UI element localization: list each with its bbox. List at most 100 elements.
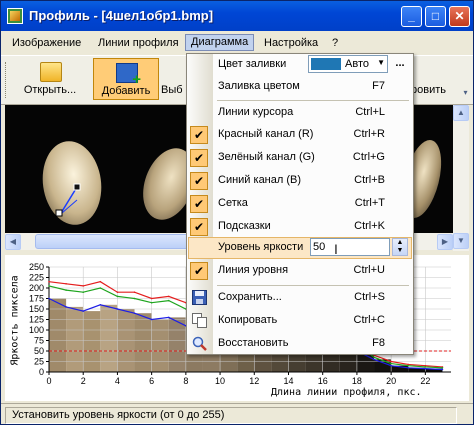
menu-separator	[217, 100, 409, 101]
spin-up-icon[interactable]: ▲	[393, 239, 407, 247]
fill-color-value: Авто	[345, 58, 369, 70]
close-button[interactable]: ✕	[449, 6, 470, 27]
check-icon: ✔	[190, 172, 208, 190]
series-point	[48, 280, 50, 283]
menu-item-shortcut: Ctrl+S	[354, 291, 385, 303]
toolbar-overflow-icon[interactable]: ▾	[459, 86, 472, 100]
menu-item-fill[interactable]: Заливка цветом F7	[187, 76, 413, 98]
toolbar-grip[interactable]	[5, 62, 9, 98]
series-point	[390, 362, 392, 365]
check-icon: ✔	[190, 218, 208, 236]
series-point	[167, 295, 170, 298]
y-tick-label: 225	[29, 273, 44, 283]
open-button[interactable]: Открыть...	[13, 58, 87, 100]
title-bar[interactable]: Профиль - [4шел1обр1.bmp] _ □ ✕	[1, 1, 473, 31]
x-tick-label: 12	[249, 376, 259, 386]
chevron-down-icon[interactable]: ▼	[377, 58, 385, 67]
series-point	[99, 280, 102, 283]
menu-item-level-line[interactable]: ✔ Линия уровня Ctrl+U	[187, 260, 413, 282]
menu-item-restore[interactable]: Восстановить F8	[187, 333, 413, 355]
y-tick-label: 50	[34, 346, 44, 356]
series-point	[407, 367, 410, 369]
series-point	[82, 291, 85, 293]
check-icon: ✔	[190, 262, 208, 280]
chart-menu-dropdown: Цвет заливки Авто ▼ ... Заливка цветом F…	[186, 53, 414, 355]
fill-color-select[interactable]: Авто ▼	[308, 55, 388, 73]
menu-chart[interactable]: Диаграмма	[185, 34, 255, 51]
brightness-level-label: Уровень яркости	[218, 241, 304, 253]
save-toolbar-button[interactable]: ровить	[411, 58, 453, 100]
menu-item-blue-channel[interactable]: ✔ Синий канал (B) Ctrl+B	[187, 170, 413, 192]
profile-fill-column	[134, 313, 152, 372]
series-point	[150, 318, 153, 321]
status-text: Установить уровень яркости (от 0 до 255)	[5, 407, 457, 424]
menu-item-label: Синий канал (B)	[218, 174, 302, 186]
menu-help[interactable]: ?	[327, 35, 343, 52]
menu-item-save[interactable]: Сохранить... Ctrl+S	[187, 287, 413, 309]
scroll-down-icon[interactable]: ▼	[453, 233, 469, 249]
fill-color-row: Цвет заливки Авто ▼ ...	[187, 54, 413, 76]
series-point	[133, 291, 136, 293]
add-profile-icon	[116, 63, 141, 88]
menu-item-label: Зелёный канал (G)	[218, 151, 315, 163]
series-point	[424, 366, 427, 368]
series-point	[116, 295, 119, 298]
profile-fill-column	[100, 304, 118, 372]
app-icon	[7, 8, 23, 24]
scroll-right-icon[interactable]: ▶	[437, 234, 453, 250]
minimize-button[interactable]: _	[401, 6, 422, 27]
x-tick-label: 8	[183, 376, 188, 386]
menu-item-red-channel[interactable]: ✔ Красный канал (R) Ctrl+R	[187, 124, 413, 146]
menu-item-shortcut: Ctrl+R	[353, 128, 385, 140]
menu-item-copy[interactable]: Копировать Ctrl+C	[187, 310, 413, 332]
select-button[interactable]: Выб	[161, 58, 187, 100]
menu-item-label: Заливка цветом	[218, 80, 300, 92]
menu-item-label: Копировать	[218, 314, 278, 326]
menu-image[interactable]: Изображение	[7, 35, 86, 52]
menu-item-shortcut: Ctrl+K	[354, 220, 385, 232]
menu-item-shortcut: Ctrl+L	[355, 106, 385, 118]
y-tick-label: 125	[29, 315, 44, 325]
menu-profile-lines[interactable]: Линии профиля	[93, 35, 184, 52]
series-point	[133, 312, 136, 314]
y-tick-label: 100	[29, 325, 44, 335]
menu-item-label: Линии курсора	[218, 106, 294, 118]
menu-item-shortcut: F8	[372, 337, 385, 349]
menu-bar: Изображение Линии профиля Диаграмма Наст…	[1, 33, 473, 53]
maximize-button[interactable]: □	[425, 6, 446, 27]
profile-fill-column	[151, 319, 169, 372]
menu-item-shortcut: Ctrl+U	[353, 264, 385, 276]
spin-down-icon[interactable]: ▼	[393, 247, 407, 255]
menu-item-grid[interactable]: ✔ Сетка Ctrl+T	[187, 193, 413, 215]
vertical-scrollbar[interactable]: ▲ ▼	[453, 105, 469, 251]
y-tick-label: 250	[29, 262, 44, 272]
y-tick-label: 25	[34, 357, 44, 367]
series-point	[373, 356, 375, 359]
x-tick-label: 6	[149, 376, 154, 386]
x-tick-label: 16	[318, 376, 328, 386]
menu-item-cursor-lines[interactable]: Линии курсора Ctrl+L	[187, 102, 413, 124]
add-button-label: Добавить	[101, 85, 151, 97]
x-tick-label: 4	[115, 376, 120, 386]
menu-item-label: Сохранить...	[218, 291, 282, 303]
brightness-level-input[interactable]: 50	[310, 238, 390, 256]
brightness-level-row[interactable]: Уровень яркости 50 ▲ ▼	[187, 237, 413, 259]
scroll-left-icon[interactable]: ◀	[5, 234, 21, 250]
menu-item-green-channel[interactable]: ✔ Зелёный канал (G) Ctrl+G	[187, 147, 413, 169]
x-tick-label: 10	[215, 376, 225, 386]
menu-separator	[217, 285, 409, 286]
menu-item-label: Подсказки	[218, 220, 271, 232]
menu-item-shortcut: F7	[372, 80, 385, 92]
x-tick-label: 18	[352, 376, 362, 386]
menu-item-hints[interactable]: ✔ Подсказки Ctrl+K	[187, 216, 413, 238]
brightness-spinner[interactable]: ▲ ▼	[392, 238, 408, 256]
x-tick-label: 20	[386, 376, 396, 386]
menu-settings[interactable]: Настройка	[259, 35, 323, 52]
more-colors-button[interactable]: ...	[392, 56, 408, 72]
scroll-up-icon[interactable]: ▲	[453, 105, 469, 121]
status-bar: Установить уровень яркости (от 0 до 255)	[1, 403, 473, 424]
y-tick-label: 75	[34, 336, 44, 346]
y-tick-label: 200	[29, 283, 44, 293]
add-button[interactable]: Добавить	[93, 58, 159, 100]
series-point	[116, 308, 119, 310]
